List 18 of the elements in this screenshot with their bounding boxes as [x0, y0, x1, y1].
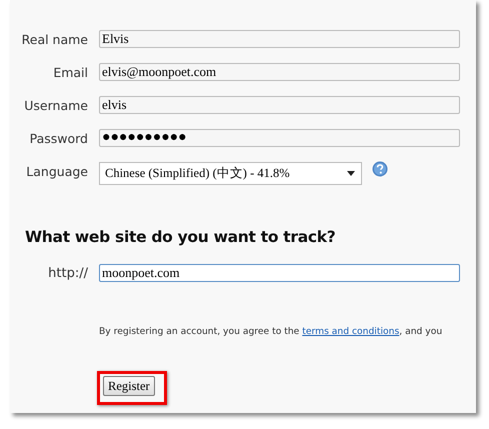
terms-link[interactable]: terms and conditions [302, 326, 400, 337]
url-field[interactable]: moonpoet.com [99, 264, 460, 282]
field-label: http:// [47, 266, 88, 280]
password-field[interactable]: ●●●●●●●●●● [99, 129, 460, 147]
field-label: Username [23, 98, 88, 112]
text-field[interactable]: elvis@moonpoet.com [99, 63, 460, 81]
help-icon[interactable] [372, 161, 388, 177]
field-label: Language [25, 164, 88, 178]
language-dropdown[interactable]: Chinese (Simplified) (中文) - 41.8% [99, 162, 362, 185]
register-button[interactable]: Register [103, 376, 155, 396]
terms-notice: By registering an account, you agree to the terms and conditions, and you [99, 326, 444, 337]
section-heading: What web site do you want to track? [25, 228, 336, 246]
field-label: Email [52, 64, 88, 80]
text-field[interactable]: elvis [99, 96, 460, 114]
field-label: Real name [20, 32, 88, 46]
field-label: Password [28, 130, 88, 146]
text-field[interactable]: Elvis [99, 30, 460, 48]
caret-icon [347, 171, 355, 176]
